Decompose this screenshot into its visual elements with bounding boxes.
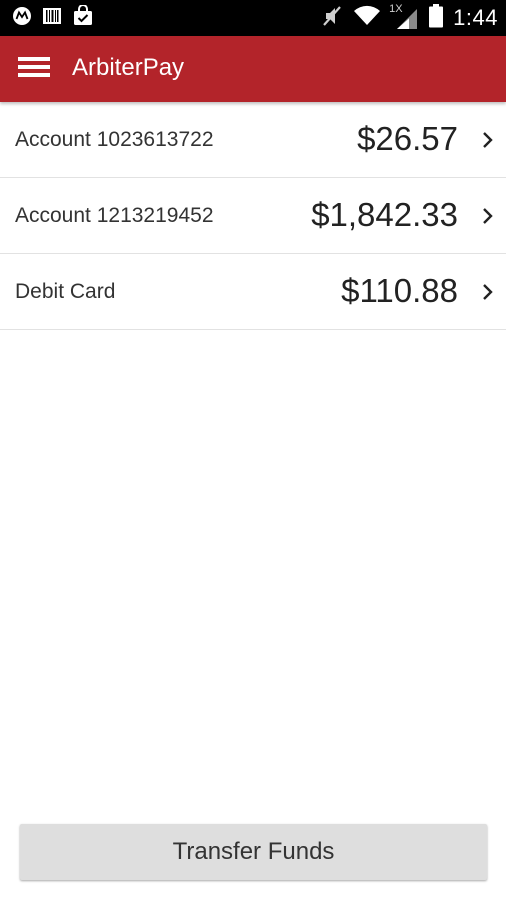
status-bar: 1X 1:44 — [0, 0, 506, 36]
hamburger-menu-icon — [18, 55, 50, 84]
motorola-icon — [12, 6, 32, 31]
system-icons: 1X 1:44 — [321, 3, 498, 33]
menu-button[interactable] — [10, 45, 58, 93]
accounts-list: Account 1023613722 $26.57 Account 121321… — [0, 102, 506, 330]
signal-icon: 1X — [389, 3, 419, 31]
notification-icons — [12, 3, 94, 32]
account-row[interactable]: Account 1023613722 $26.57 — [0, 102, 506, 178]
account-name: Debit Card — [15, 280, 116, 303]
shopping-bag-icon — [72, 3, 94, 32]
mute-icon — [321, 4, 343, 33]
account-balance: $110.88 — [341, 272, 458, 309]
app-title: ArbiterPay — [72, 54, 185, 81]
chevron-right-icon — [480, 128, 496, 152]
account-row[interactable]: Account 1213219452 $1,842.33 — [0, 178, 506, 254]
account-name: Account 1023613722 — [15, 128, 214, 151]
app-bar: ArbiterPay — [0, 36, 506, 102]
wifi-icon — [353, 5, 381, 32]
barcode-icon — [42, 6, 62, 31]
battery-icon — [429, 3, 444, 33]
account-balance: $1,842.33 — [311, 196, 458, 233]
account-row[interactable]: Debit Card $110.88 — [0, 254, 506, 330]
chevron-right-icon — [480, 204, 496, 228]
account-balance: $26.57 — [357, 120, 458, 157]
account-name: Account 1213219452 — [15, 204, 214, 227]
chevron-right-icon — [480, 280, 496, 304]
transfer-funds-button[interactable]: Transfer Funds — [20, 824, 487, 880]
status-time: 1:44 — [453, 5, 498, 30]
